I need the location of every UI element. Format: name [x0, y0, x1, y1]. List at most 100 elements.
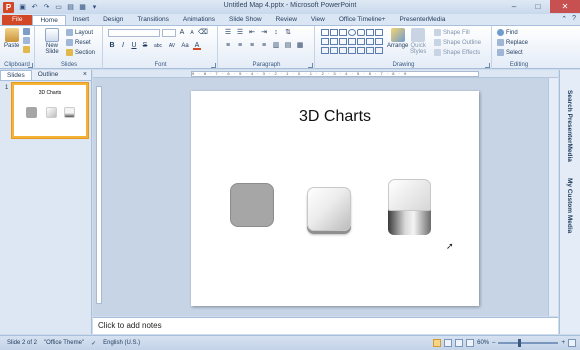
line-spacing-icon[interactable]: ↕ [272, 29, 280, 37]
align-text-icon[interactable]: ▤ [284, 42, 292, 50]
close-pane-icon[interactable]: × [83, 71, 87, 78]
extruded-shape-side[interactable] [388, 208, 431, 235]
maximize-button[interactable]: □ [526, 0, 550, 13]
shapes-gallery-row-3[interactable] [320, 47, 383, 54]
zoom-level[interactable]: 60% [477, 340, 489, 346]
extruded-rounded-square-shape[interactable] [388, 179, 431, 211]
text-shadow-button[interactable]: abc [152, 42, 164, 50]
notes-pane[interactable]: Click to add notes [93, 317, 558, 334]
section-button[interactable]: Section [66, 49, 95, 56]
tab-outline[interactable]: Outline [32, 70, 65, 80]
smiley-shape-icon[interactable] [365, 47, 374, 54]
redo-icon[interactable]: ↷ [42, 3, 51, 12]
line-shape-icon[interactable] [320, 29, 329, 36]
heart-shape-icon[interactable] [329, 47, 338, 54]
powerpoint-app-icon[interactable]: P [3, 1, 14, 13]
shapes-gallery-row-1[interactable] [320, 29, 383, 36]
align-right-icon[interactable]: ≡ [248, 42, 256, 50]
tab-review[interactable]: Review [269, 15, 304, 25]
new-slide-button[interactable]: New Slide [45, 28, 59, 55]
rectangle-shape-icon[interactable] [338, 29, 347, 36]
font-color-button[interactable]: A [193, 42, 201, 50]
italic-button[interactable]: I [119, 42, 127, 50]
arrange-button[interactable]: Arrange [387, 28, 408, 49]
shapes-gallery-row-2[interactable] [320, 38, 383, 45]
tab-slide-show[interactable]: Slide Show [222, 15, 269, 25]
bold-button[interactable]: B [108, 42, 116, 50]
shape-fill-button[interactable]: Shape Fill [434, 29, 470, 36]
zoom-in-button[interactable]: + [561, 340, 565, 346]
columns-icon[interactable]: ▥ [272, 42, 280, 50]
spell-check-icon[interactable]: ✓ [91, 340, 96, 347]
zoom-slider-thumb[interactable] [518, 339, 522, 347]
smartart-icon[interactable]: ▦ [296, 42, 304, 50]
language[interactable]: English (U.S.) [103, 340, 140, 346]
replace-button[interactable]: Replace [497, 39, 528, 46]
paste-button[interactable]: Paste [4, 28, 19, 49]
bullets-icon[interactable]: ☰ [224, 29, 232, 37]
tab-animations[interactable]: Animations [176, 15, 222, 25]
slideshow-view-button[interactable] [466, 339, 475, 347]
normal-view-button[interactable] [433, 339, 442, 347]
down-arrow-shape-icon[interactable] [329, 38, 338, 45]
beveled-rounded-square-shape[interactable] [307, 187, 351, 231]
text-direction-icon[interactable]: ⇅ [284, 29, 292, 37]
cloud-shape-icon[interactable] [338, 47, 347, 54]
search-presentermedia-tab[interactable]: Search PresenterMedia [566, 90, 573, 162]
quick-styles-button[interactable]: Quick Styles [410, 28, 426, 55]
save-icon[interactable]: ▣ [18, 3, 27, 12]
oval-shape-icon[interactable] [347, 29, 356, 36]
font-name-combo[interactable] [108, 29, 160, 37]
numbering-icon[interactable]: ☰ [236, 29, 244, 37]
font-launcher[interactable] [211, 63, 216, 68]
shape-outline-button[interactable]: Shape Outline [434, 39, 481, 46]
change-case-button[interactable]: Aa [180, 42, 190, 50]
grow-font-button[interactable]: A [178, 29, 186, 37]
more-shapes-icon[interactable] [374, 38, 383, 45]
shape-effects-button[interactable]: Shape Effects [434, 49, 480, 56]
slide-sorter-view-button[interactable] [444, 339, 453, 347]
tab-presentermedia[interactable]: PresenterMedia [393, 15, 453, 25]
find-button[interactable]: Find [497, 29, 518, 36]
new-icon[interactable]: ▭ [54, 3, 63, 12]
underline-button[interactable]: U [130, 42, 138, 50]
select-button[interactable]: Select [497, 49, 523, 56]
slide-canvas[interactable]: 3D Charts ➚ [191, 91, 479, 306]
minimize-ribbon-icon[interactable]: ⌃ [561, 15, 567, 23]
tab-office-timeline[interactable]: Office Timeline+ [332, 15, 393, 25]
help-icon[interactable]: ? [572, 15, 576, 23]
undo-icon[interactable]: ↶ [30, 3, 39, 12]
layout-button[interactable]: Layout [66, 29, 93, 36]
tab-file[interactable]: File [2, 15, 33, 25]
zoom-out-button[interactable]: – [492, 340, 495, 346]
fit-to-window-button[interactable] [568, 339, 576, 347]
paragraph-launcher[interactable] [308, 63, 313, 68]
format-painter-button[interactable] [23, 46, 30, 53]
star-shape-icon[interactable] [338, 38, 347, 45]
reading-view-button[interactable] [455, 339, 464, 347]
copy-button[interactable] [23, 37, 30, 44]
minimize-button[interactable]: – [502, 0, 526, 13]
slide-thumbnail[interactable]: 3D Charts [12, 83, 88, 138]
tab-design[interactable]: Design [96, 15, 130, 25]
align-left-icon[interactable]: ≡ [224, 42, 232, 50]
rounded-rectangle-shape-icon[interactable] [356, 29, 365, 36]
justify-icon[interactable]: ≡ [260, 42, 268, 50]
elbow-connector-shape-icon[interactable] [374, 29, 383, 36]
slide-title[interactable]: 3D Charts [191, 108, 479, 126]
reset-button[interactable]: Reset [66, 39, 91, 46]
tab-home[interactable]: Home [32, 15, 66, 25]
right-arrow-shape-icon[interactable] [320, 38, 329, 45]
character-spacing-button[interactable]: AV [167, 42, 177, 50]
font-size-combo[interactable] [162, 29, 176, 37]
curve-shape-icon[interactable] [320, 47, 329, 54]
lightning-shape-icon[interactable] [347, 47, 356, 54]
clipboard-launcher[interactable] [28, 63, 33, 68]
decrease-indent-icon[interactable]: ⇤ [248, 29, 256, 37]
tab-slides[interactable]: Slides [0, 70, 32, 80]
align-center-icon[interactable]: ≡ [236, 42, 244, 50]
shrink-font-button[interactable]: A [188, 29, 196, 37]
zoom-slider[interactable] [498, 339, 559, 347]
gallery-expand-icon[interactable] [374, 47, 383, 54]
clear-formatting-icon[interactable]: ⌫ [198, 29, 208, 37]
